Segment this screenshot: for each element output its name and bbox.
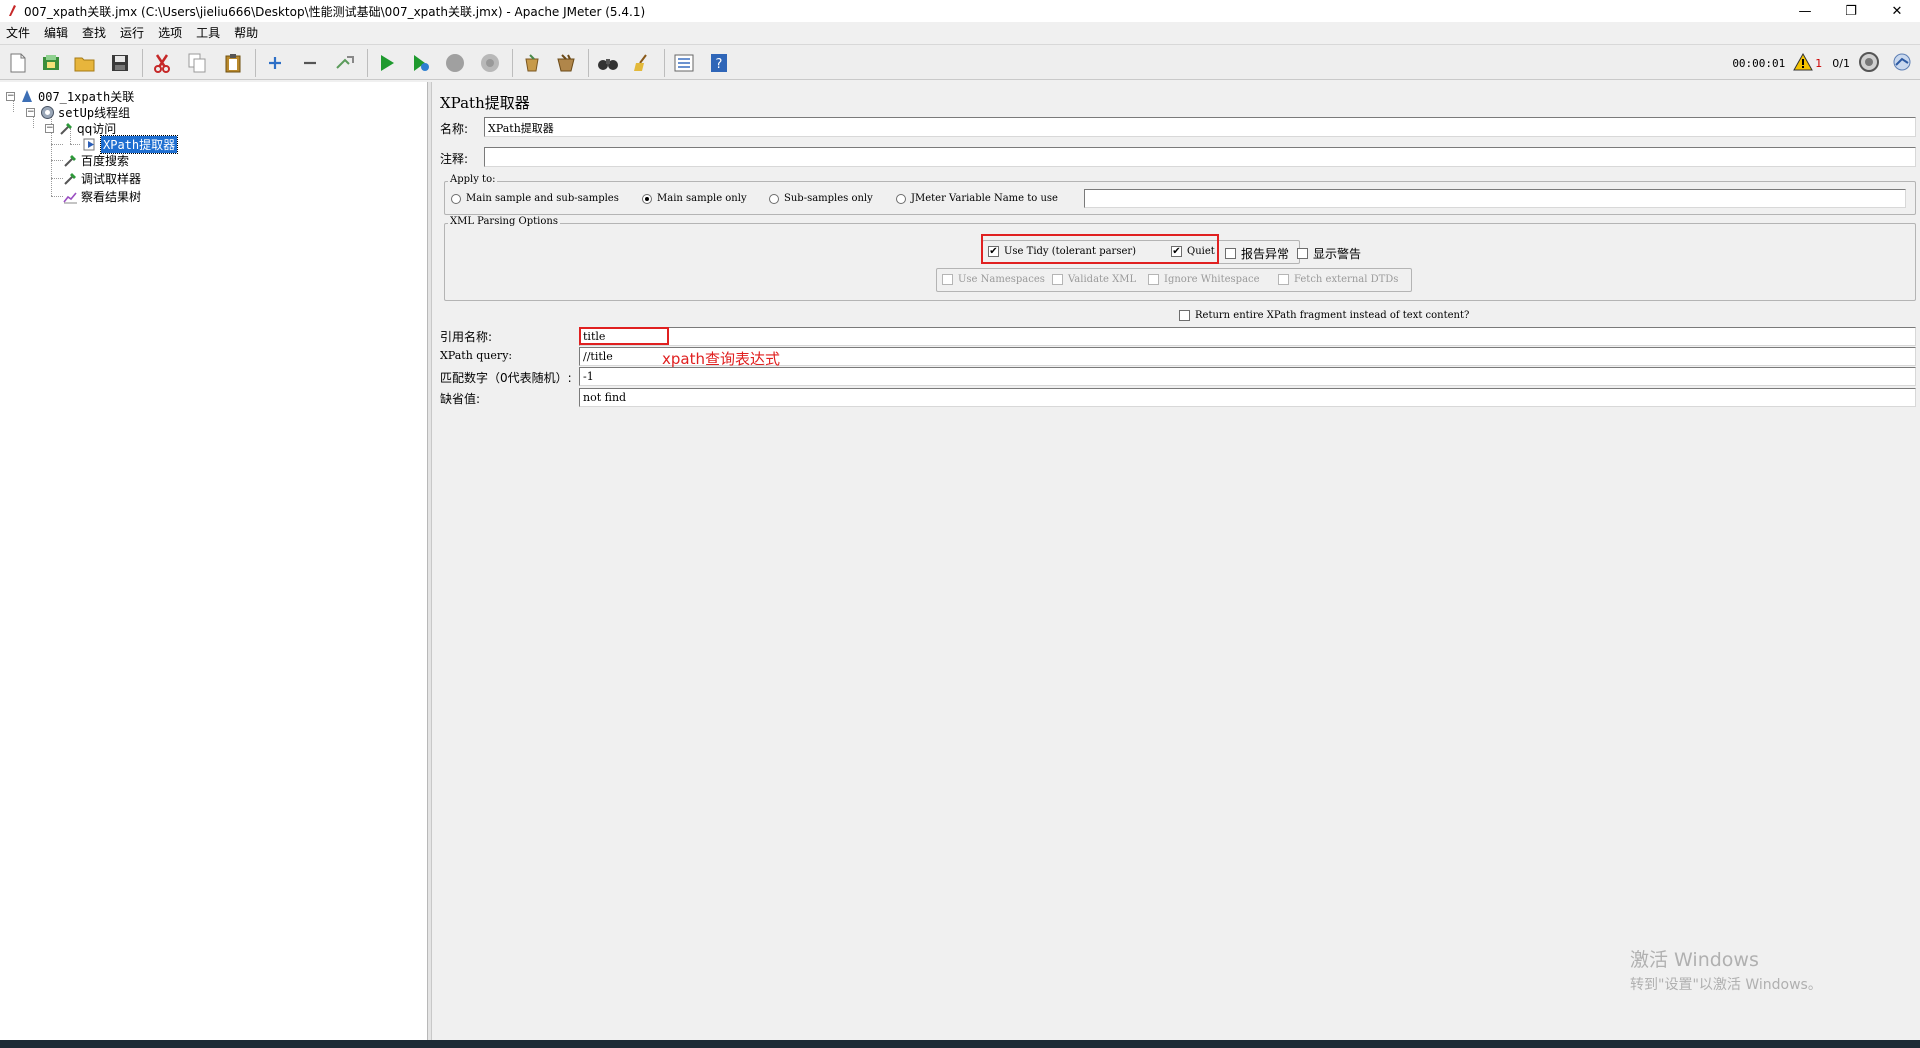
ref-name-label: 引用名称:	[440, 330, 493, 344]
status-globe-icon	[1858, 51, 1880, 76]
tree-node-debug-sampler[interactable]: 调试取样器	[62, 169, 141, 187]
active-threads: 0/1	[1832, 56, 1850, 70]
tree-node-label: XPath提取器	[99, 134, 179, 154]
cut-icon[interactable]	[148, 49, 176, 77]
radio-main-and-sub[interactable]: Main sample and sub-samples	[451, 193, 619, 204]
paste-icon[interactable]	[219, 49, 247, 77]
window-title: 007_xpath关联.jmx (C:\Users\jieliu666\Desk…	[24, 4, 646, 19]
maximize-button[interactable]: ❐	[1828, 0, 1874, 22]
test-plan-icon	[19, 88, 35, 104]
radio-jmeter-variable[interactable]: JMeter Variable Name to use	[896, 193, 1058, 204]
close-button[interactable]: ✕	[1874, 0, 1920, 22]
clear-all-icon[interactable]	[552, 49, 580, 77]
pipette-sampler-icon	[62, 152, 78, 168]
collapse-toggle-icon[interactable]: −	[26, 107, 35, 117]
comment-label: 注释:	[440, 152, 469, 166]
validate-xml-checkbox[interactable]: Validate XML	[1052, 274, 1136, 285]
watermark-line1: 激活 Windows	[1630, 949, 1759, 971]
start-no-pauses-icon[interactable]	[407, 49, 435, 77]
menu-options[interactable]: 选项	[158, 24, 182, 41]
apply-to-title: Apply to:	[448, 174, 498, 185]
menu-help[interactable]: 帮助	[234, 24, 258, 41]
xpath-query-label: XPath query:	[440, 349, 513, 362]
save-icon[interactable]	[106, 49, 134, 77]
collapse-toggle-icon[interactable]: −	[45, 123, 54, 133]
post-processor-arrow-icon	[82, 136, 98, 152]
stop-icon[interactable]	[441, 49, 469, 77]
jmeter-feather-icon	[4, 3, 20, 19]
highlight-tidy-box	[981, 234, 1219, 264]
collapse-all-icon[interactable]	[296, 49, 324, 77]
name-input[interactable]: XPath提取器	[484, 117, 1916, 137]
warning-triangle-icon[interactable]	[1793, 52, 1814, 74]
pipette-sampler-icon	[58, 120, 74, 136]
show-warnings-checkbox[interactable]: 显示警告	[1297, 245, 1361, 262]
title-bar: 007_xpath关联.jmx (C:\Users\jieliu666\Desk…	[0, 0, 1920, 22]
toolbar-status: 00:00:01 1 0/1	[1732, 45, 1920, 81]
listener-chart-icon	[62, 188, 78, 204]
menu-bar: 文件 编辑 查找 运行 选项 工具 帮助	[0, 22, 1920, 42]
elapsed-timer: 00:00:01	[1732, 56, 1786, 70]
svg-text:?: ?	[716, 57, 723, 72]
ref-name-input[interactable]: title	[579, 327, 1916, 346]
windows-activation-watermark: 激活 Windows 转到"设置"以激活 Windows。	[1630, 945, 1822, 994]
collapse-toggle-icon[interactable]: −	[6, 91, 15, 101]
return-fragment-checkbox[interactable]: Return entire XPath fragment instead of …	[1179, 310, 1469, 321]
copy-icon[interactable]	[183, 49, 211, 77]
use-namespaces-checkbox[interactable]: Use Namespaces	[942, 274, 1045, 285]
clear-icon[interactable]	[518, 49, 546, 77]
shutdown-icon[interactable]	[476, 49, 504, 77]
menu-edit[interactable]: 编辑	[44, 24, 68, 41]
reset-search-broom-icon[interactable]	[628, 49, 656, 77]
tree-node-baidu-sampler[interactable]: 百度搜索	[62, 151, 129, 169]
comment-input[interactable]	[484, 147, 1916, 167]
page-title: XPath提取器	[440, 94, 530, 112]
open-folder-icon[interactable]	[71, 49, 99, 77]
tree-node-label: 察看结果树	[81, 189, 142, 204]
expand-all-icon[interactable]	[261, 49, 289, 77]
remote-agent-icon[interactable]	[1890, 51, 1914, 76]
tree-node-label: setUp线程组	[58, 105, 131, 120]
tree-node-label: 百度搜索	[81, 153, 130, 168]
taskbar	[0, 1040, 1920, 1048]
help-icon[interactable]: ?	[705, 49, 733, 77]
panel-splitter[interactable]	[428, 82, 432, 1040]
name-label: 名称:	[440, 122, 469, 136]
radio-main-only[interactable]: Main sample only	[642, 193, 747, 204]
menu-search[interactable]: 查找	[82, 24, 106, 41]
ignore-whitespace-checkbox[interactable]: Ignore Whitespace	[1148, 274, 1260, 285]
watermark-line2: 转到"设置"以激活 Windows。	[1630, 977, 1822, 993]
fetch-dtds-checkbox[interactable]: Fetch external DTDs	[1278, 274, 1398, 285]
new-file-icon[interactable]	[4, 49, 32, 77]
tree-node-label: 调试取样器	[81, 171, 142, 186]
pipette-sampler-icon	[62, 170, 78, 186]
minimize-button[interactable]: —	[1782, 0, 1828, 22]
warning-count: 1	[1815, 56, 1823, 70]
xml-parsing-title: XML Parsing Options	[448, 216, 560, 227]
toolbar: ? 00:00:01 1 0/1	[0, 44, 1920, 80]
templates-icon[interactable]	[37, 49, 65, 77]
start-icon[interactable]	[373, 49, 401, 77]
test-plan-tree: − 007_1xpath关联 − setUp线程组 − qq访问 XPath提取…	[0, 82, 428, 1040]
tree-node-label: qq访问	[77, 121, 117, 136]
default-value-input[interactable]: not find	[579, 388, 1916, 407]
function-helper-icon[interactable]	[670, 49, 698, 77]
radio-sub-only[interactable]: Sub-samples only	[769, 193, 873, 204]
tree-node-label: 007_1xpath关联	[38, 89, 135, 104]
toggle-icon[interactable]	[331, 49, 359, 77]
report-errors-checkbox[interactable]: 报告异常	[1225, 245, 1289, 262]
match-no-input[interactable]: -1	[579, 367, 1916, 386]
jmeter-variable-input[interactable]	[1084, 189, 1906, 208]
menu-file[interactable]: 文件	[6, 24, 30, 41]
gear-icon	[39, 104, 55, 120]
search-binoculars-icon[interactable]	[594, 49, 622, 77]
match-no-label: 匹配数字（0代表随机）:	[440, 371, 572, 385]
tree-node-result-tree[interactable]: 察看结果树	[62, 187, 141, 205]
default-value-label: 缺省值:	[440, 392, 481, 406]
menu-tools[interactable]: 工具	[196, 24, 220, 41]
xpath-extractor-panel: XPath提取器 名称: XPath提取器 注释: Apply to: Main…	[434, 82, 1920, 1040]
xpath-annotation: xpath查询表达式	[662, 350, 780, 368]
menu-run[interactable]: 运行	[120, 24, 144, 41]
highlight-ref-name	[579, 327, 669, 345]
